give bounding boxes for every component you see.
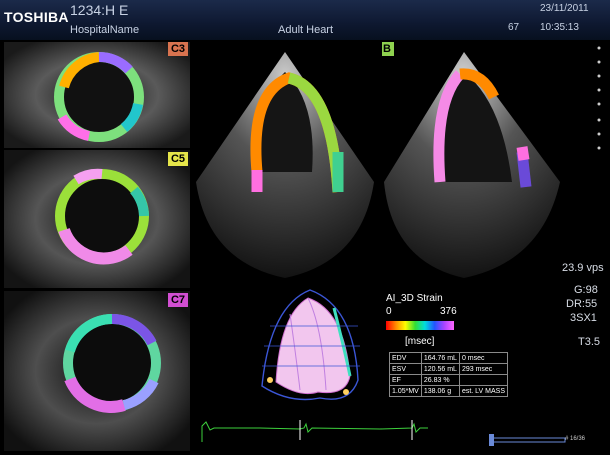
brand-logo: TOSHIBA: [4, 9, 69, 25]
lv-mesh-image: [261, 289, 360, 401]
cell: 138.06 g: [420, 385, 460, 397]
cell: 0 msec: [458, 352, 509, 364]
c7-label: C7: [167, 293, 188, 307]
cell: [458, 374, 509, 386]
legend-max: 376: [440, 306, 457, 317]
view-a[interactable]: [192, 42, 378, 282]
gain-value: G:98: [574, 284, 598, 296]
view-b-label: B: [382, 42, 394, 56]
c5-label: C5: [167, 152, 188, 166]
cell: ESV: [389, 363, 422, 375]
table-row: EF 26.83 %: [389, 374, 509, 386]
view-c5[interactable]: C5: [4, 150, 190, 288]
hospital-name: HospitalName: [70, 24, 140, 36]
heart-rate: 67: [508, 22, 520, 33]
view-c7[interactable]: C7: [4, 291, 190, 451]
c5-image: [4, 150, 190, 288]
cell: 164.76 mL: [420, 352, 460, 364]
depth-scale: [597, 46, 601, 150]
lv-3d-render[interactable]: [250, 286, 376, 414]
ultrasound-screen: TOSHIBA 1234:H E HospitalName Adult Hear…: [0, 0, 610, 455]
view-c3[interactable]: C3: [4, 42, 190, 148]
apical-a-image: [196, 52, 374, 278]
patient-id: 1234:H E: [70, 2, 129, 18]
frame-rate: 23.9 vps: [562, 262, 604, 274]
header-bar: TOSHIBA 1234:H E HospitalName Adult Hear…: [0, 0, 610, 40]
legend-unit: [msec]: [405, 336, 435, 347]
apical-b-image: [384, 52, 560, 278]
cell: EF: [389, 374, 422, 386]
exam-preset: Adult Heart: [278, 24, 334, 36]
cell: 26.83 %: [420, 374, 460, 386]
cell: 1.05*MV: [389, 385, 422, 397]
exam-time: 10:35:13: [540, 22, 579, 33]
probe-name: 3SX1: [570, 312, 597, 324]
c3-label: C3: [167, 42, 188, 56]
exam-date: 23/11/2011: [540, 3, 589, 14]
frame-counter: # 16/36: [565, 436, 586, 442]
results-table: EDV 164.76 mL 0 msec ESV 120.56 mL 293 m…: [389, 352, 509, 397]
table-row: EDV 164.76 mL 0 msec: [389, 352, 509, 364]
legend-color-bar: [386, 321, 454, 330]
c3-image: [4, 42, 190, 148]
cell: EDV: [389, 352, 422, 364]
cell: est. LV MASS: [458, 385, 509, 397]
c7-image: [4, 291, 190, 451]
legend-min: 0: [386, 306, 392, 317]
cine-slider[interactable]: [488, 433, 566, 447]
ecg-trace: [201, 420, 428, 442]
cell: 120.56 mL: [420, 363, 460, 375]
thermal-index: T3.5: [578, 336, 601, 348]
view-b[interactable]: A B: [382, 42, 562, 282]
table-row: ESV 120.56 mL 293 msec: [389, 363, 509, 375]
table-row: 1.05*MV 138.06 g est. LV MASS: [389, 385, 509, 397]
legend-title: AI_3D Strain: [386, 293, 443, 304]
cell: 293 msec: [458, 363, 509, 375]
dynamic-range: DR:55: [566, 298, 598, 310]
